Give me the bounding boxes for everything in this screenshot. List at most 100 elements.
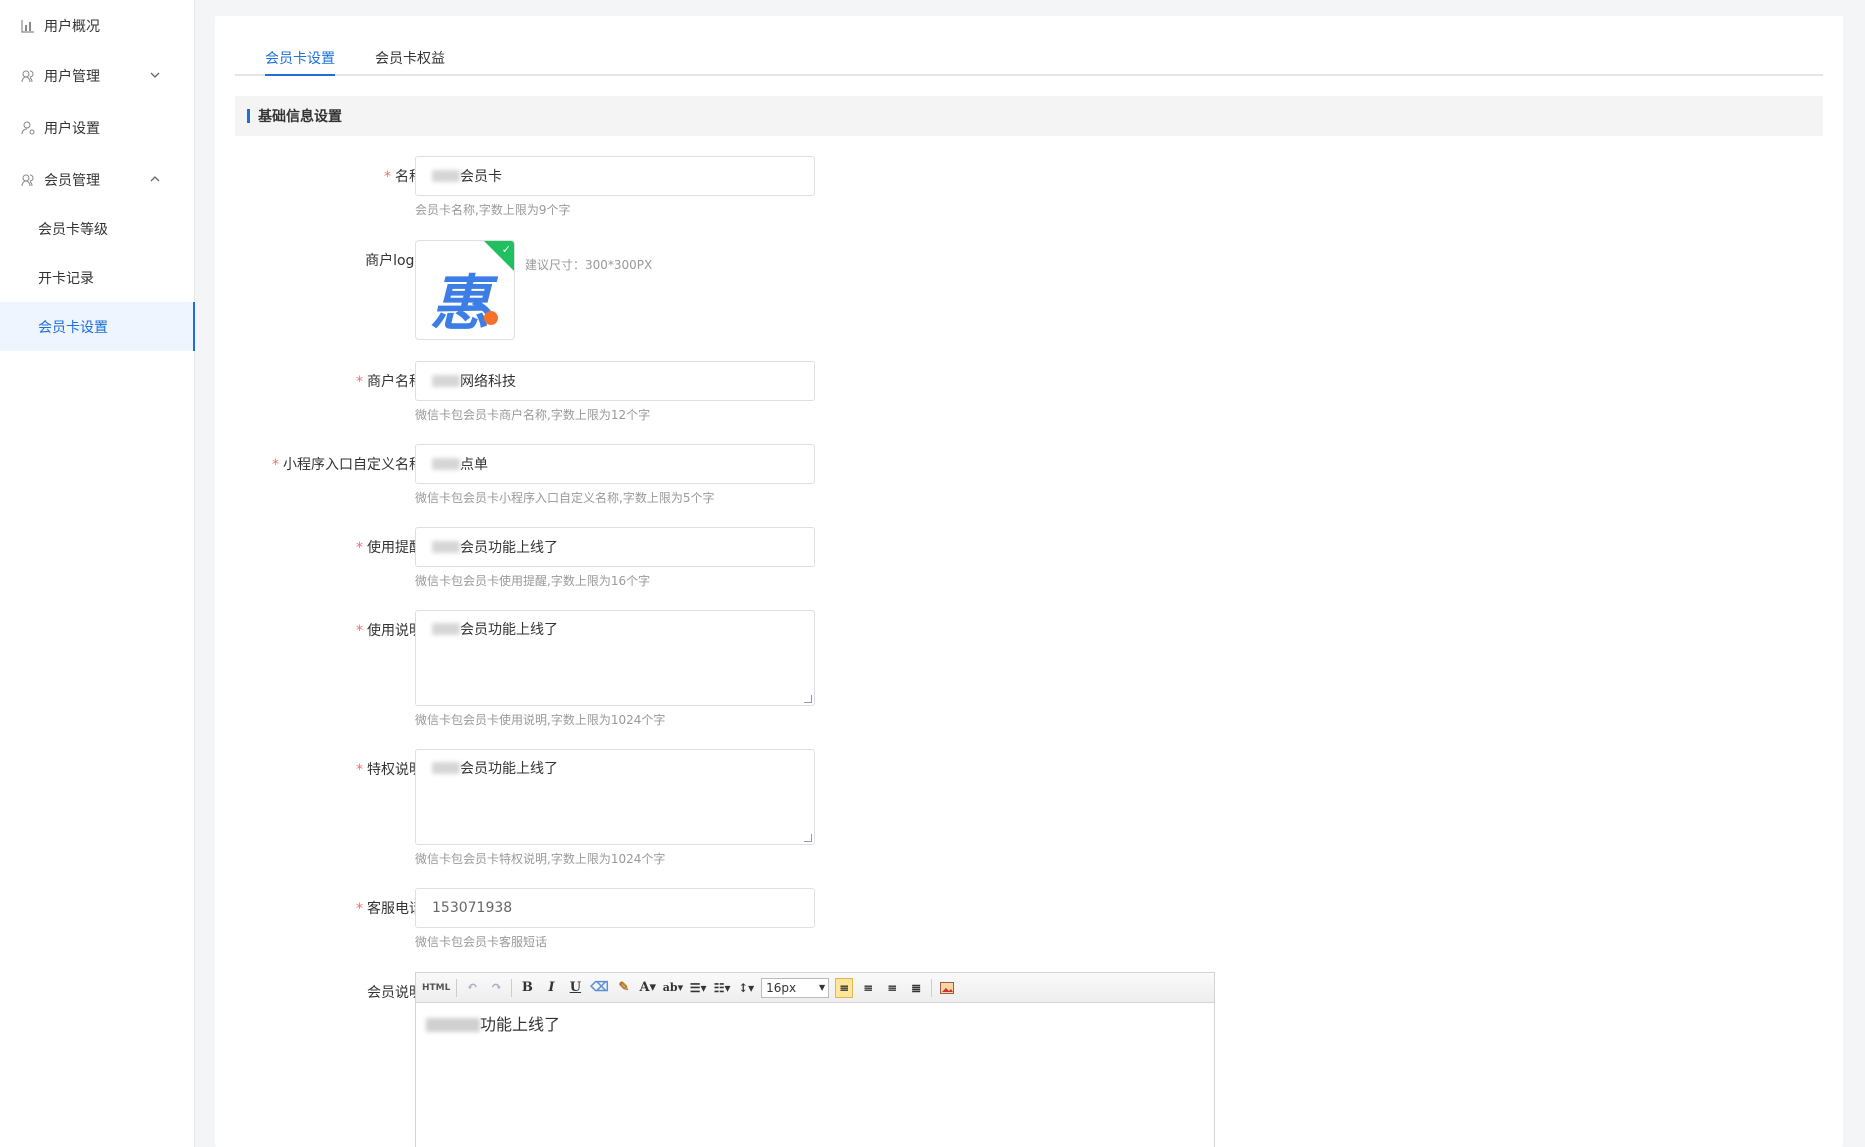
privilege-desc-hint: 微信卡包会员卡特权说明,字数上限为1024个字 xyxy=(415,852,666,866)
main-panel: 会员卡设置 会员卡权益 基础信息设置 * 名称 会员卡 会员卡名称,字数上限为9个… xyxy=(215,16,1843,1147)
sidebar-subitem-label: 会员卡等级 xyxy=(38,221,108,238)
blurred-text xyxy=(432,623,460,635)
name-input[interactable]: 会员卡 xyxy=(415,156,815,196)
blurred-text xyxy=(432,375,460,387)
editor-toolbar: HTML ↶ ↷ B I U ⌫ ✎ A▾ ab▾ ☰▾ ☷▾ ↕▾ 16px ▼… xyxy=(416,973,1214,1003)
required-mark: * xyxy=(272,457,279,473)
chevron-down-icon: ▼ xyxy=(818,983,826,992)
merchant-name-hint: 微信卡包会员卡商户名称,字数上限为12个字 xyxy=(415,408,651,422)
usage-desc-textarea[interactable]: 会员功能上线了 xyxy=(415,610,815,706)
name-label: * 名称 xyxy=(235,166,423,186)
required-mark: * xyxy=(356,762,363,778)
logo-label: 商户logo xyxy=(235,250,423,270)
italic-icon[interactable]: I xyxy=(542,978,560,998)
highlight-color-icon[interactable]: ab▾ xyxy=(663,978,683,998)
check-icon: ✓ xyxy=(501,243,511,256)
logo-label-text: 商户logo xyxy=(365,253,423,269)
align-right-icon[interactable]: ≡ xyxy=(859,978,877,998)
logo-upload[interactable]: ✓ 惠 xyxy=(415,240,515,340)
resize-handle[interactable] xyxy=(804,834,812,842)
merchant-name-input[interactable]: 网络科技 xyxy=(415,361,815,401)
sidebar-item-label: 会员管理 xyxy=(44,173,100,189)
tab-card-settings[interactable]: 会员卡设置 xyxy=(265,48,335,76)
merchant-name-value: 网络科技 xyxy=(460,374,516,390)
service-phone-value: 153071938 xyxy=(432,900,513,916)
sidebar-item-user-overview[interactable]: 用户概况 xyxy=(0,0,194,52)
ordered-list-icon[interactable]: ☰▾ xyxy=(689,978,707,998)
align-center-icon[interactable]: ≡ xyxy=(883,978,901,998)
mini-entry-input[interactable]: 点单 xyxy=(415,444,815,484)
image-icon[interactable] xyxy=(938,978,956,998)
sidebar-item-member-management[interactable]: 会员管理 xyxy=(0,154,194,206)
rich-text-editor[interactable]: HTML ↶ ↷ B I U ⌫ ✎ A▾ ab▾ ☰▾ ☷▾ ↕▾ 16px ▼… xyxy=(415,972,1215,1147)
font-size-select[interactable]: 16px ▼ xyxy=(761,977,830,998)
usage-tip-input[interactable]: 会员功能上线了 xyxy=(415,527,815,567)
users-icon xyxy=(20,172,36,188)
privilege-desc-value: 会员功能上线了 xyxy=(460,761,558,777)
toolbar-separator xyxy=(511,978,513,997)
sidebar-item-label: 用户概况 xyxy=(44,19,100,35)
logo-hint: 建议尺寸：300*300PX xyxy=(525,258,653,272)
sidebar-subitem-card-settings[interactable]: 会员卡设置 xyxy=(0,302,195,351)
align-left-icon[interactable]: ≡ xyxy=(835,977,854,998)
required-mark: * xyxy=(356,374,363,390)
resize-handle[interactable] xyxy=(804,695,812,703)
usage-tip-hint: 微信卡包会员卡使用提醒,字数上限为16个字 xyxy=(415,574,651,588)
tab-card-benefits[interactable]: 会员卡权益 xyxy=(375,48,445,76)
users-icon xyxy=(20,68,36,84)
undo-icon[interactable]: ↶ xyxy=(463,978,481,998)
mini-entry-value: 点单 xyxy=(460,457,488,473)
blurred-text xyxy=(432,170,460,182)
align-justify-icon[interactable]: ≣ xyxy=(907,978,925,998)
bar-chart-icon xyxy=(20,18,36,34)
tab-bar: 会员卡设置 会员卡权益 xyxy=(235,16,1823,76)
sidebar-item-user-settings[interactable]: 用户设置 xyxy=(0,102,194,154)
logo-dot xyxy=(484,311,498,325)
mini-entry-label-text: 小程序入口自定义名称 xyxy=(283,457,423,473)
blurred-text xyxy=(432,458,460,470)
service-phone-hint: 微信卡包会员卡客服短话 xyxy=(415,935,548,949)
required-mark: * xyxy=(356,540,363,556)
privilege-desc-textarea[interactable]: 会员功能上线了 xyxy=(415,749,815,845)
underline-icon[interactable]: U xyxy=(566,978,584,998)
toolbar-separator xyxy=(456,978,458,997)
redo-icon[interactable]: ↷ xyxy=(487,978,505,998)
sidebar-subitem-card-level[interactable]: 会员卡等级 xyxy=(0,204,194,253)
blurred-text xyxy=(426,1018,480,1032)
name-value: 会员卡 xyxy=(460,169,502,185)
usage-tip-value: 会员功能上线了 xyxy=(460,540,558,556)
font-size-value: 16px xyxy=(766,980,797,995)
merchant-logo: 惠 xyxy=(430,269,490,339)
chevron-up-icon xyxy=(148,172,162,186)
eraser-icon[interactable]: ⌫ xyxy=(590,978,608,998)
member-desc-value: 功能上线了 xyxy=(480,1015,561,1034)
sidebar-item-user-management[interactable]: 用户管理 xyxy=(0,50,194,102)
service-phone-label: * 客服电话 xyxy=(235,898,423,918)
sidebar-subitem-label: 开卡记录 xyxy=(38,270,94,287)
required-mark: * xyxy=(356,901,363,917)
chevron-down-icon xyxy=(148,68,162,82)
sidebar-item-label: 用户设置 xyxy=(44,121,100,137)
unordered-list-icon[interactable]: ☷▾ xyxy=(713,978,731,998)
bold-icon[interactable]: B xyxy=(518,978,536,998)
member-desc-label-text: 会员说明 xyxy=(367,985,423,1001)
mini-entry-hint: 微信卡包会员卡小程序入口自定义名称,字数上限为5个字 xyxy=(415,491,715,505)
usage-tip-label: * 使用提醒 xyxy=(235,537,423,557)
sidebar-item-label: 用户管理 xyxy=(44,69,100,85)
line-height-icon[interactable]: ↕▾ xyxy=(737,978,755,998)
html-source-button[interactable]: HTML xyxy=(422,978,450,998)
font-color-icon[interactable]: A▾ xyxy=(639,978,657,998)
blurred-text xyxy=(432,762,460,774)
usage-desc-value: 会员功能上线了 xyxy=(460,622,558,638)
required-mark: * xyxy=(356,623,363,639)
required-mark: * xyxy=(384,169,391,185)
usage-desc-hint: 微信卡包会员卡使用说明,字数上限为1024个字 xyxy=(415,713,666,727)
sidebar-subitem-card-records[interactable]: 开卡记录 xyxy=(0,253,194,302)
editor-content[interactable]: 功能上线了 xyxy=(416,1003,1214,1043)
format-brush-icon[interactable]: ✎ xyxy=(615,978,633,998)
mini-entry-label: * 小程序入口自定义名称 xyxy=(235,454,423,474)
blurred-text xyxy=(432,541,460,553)
user-gear-icon xyxy=(20,120,36,136)
merchant-name-label: * 商户名称 xyxy=(235,371,423,391)
service-phone-input[interactable]: 153071938 xyxy=(415,888,815,928)
